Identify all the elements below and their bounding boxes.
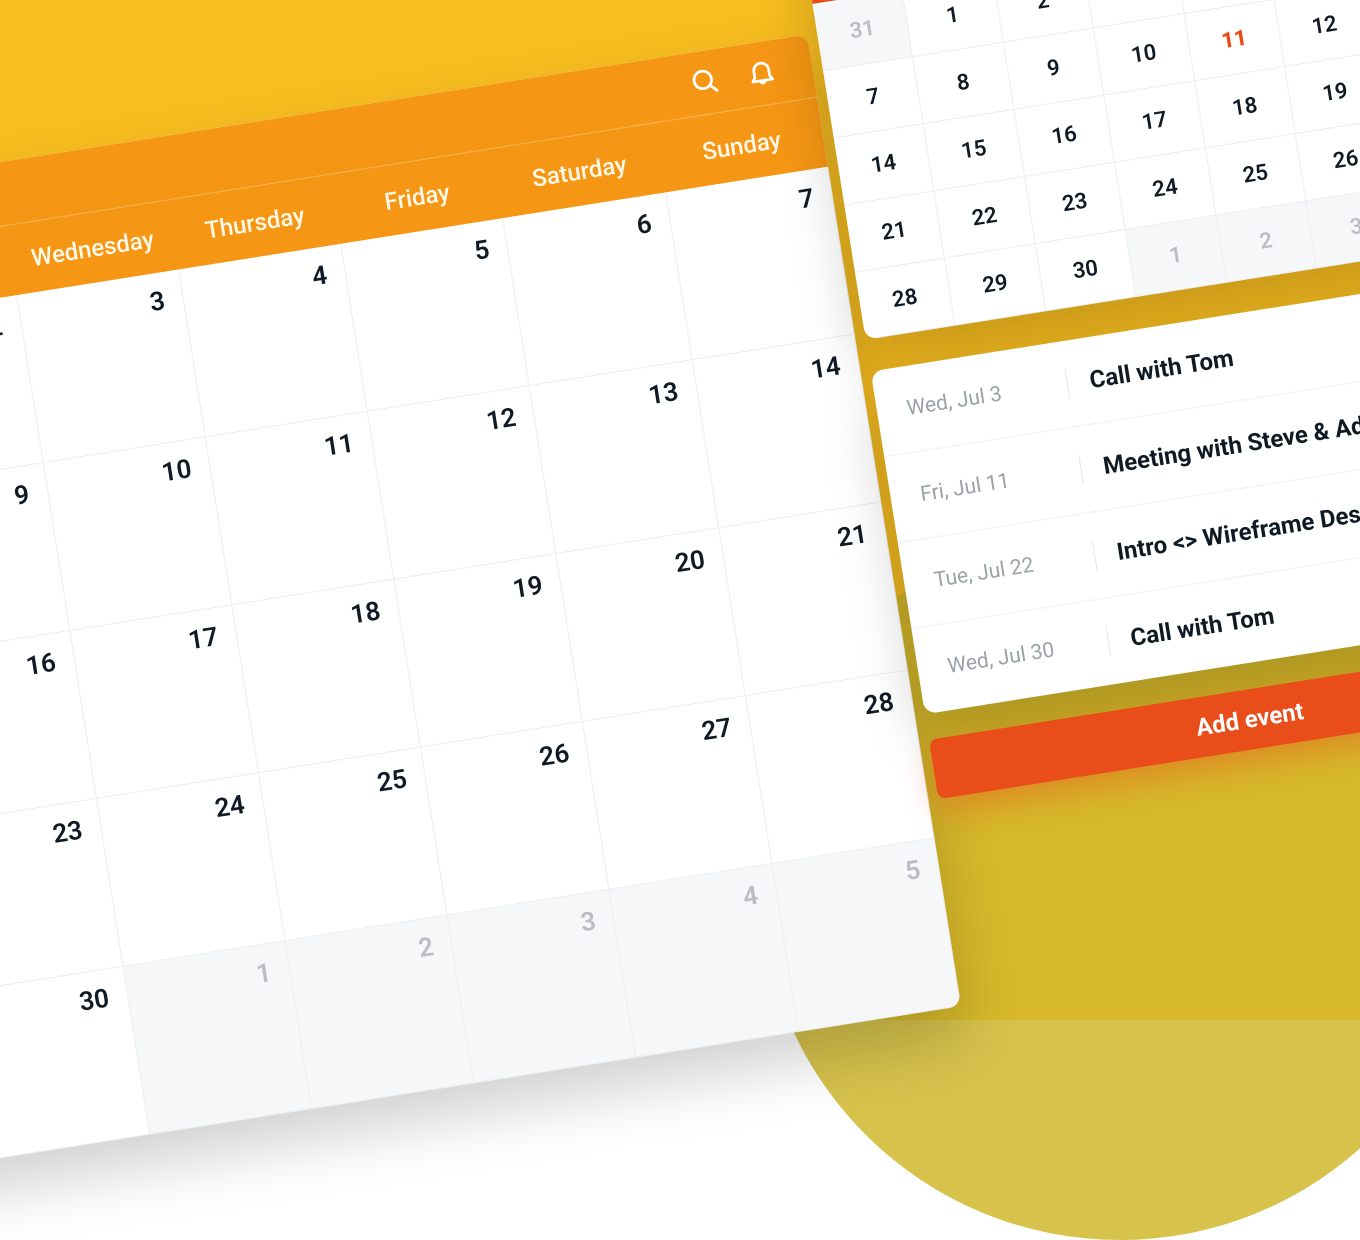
day-number: 9 (12, 480, 31, 512)
day-number: 30 (77, 984, 111, 1018)
calendar-cell[interactable]: 2 (285, 915, 474, 1109)
calendar-cell[interactable]: 18 (232, 580, 421, 774)
day-number: 26 (537, 739, 571, 773)
day-number: 12 (484, 403, 518, 437)
day-number: 6 (635, 209, 654, 241)
day-number: 19 (511, 571, 545, 605)
agenda-date: Fri, Jul 11 (919, 461, 1061, 507)
calendar-cell[interactable]: 4 (179, 244, 368, 438)
agenda-title: Call with Tom (1128, 602, 1276, 652)
calendar-cell[interactable]: 20 (557, 528, 746, 722)
day-number: 18 (349, 596, 383, 630)
mini-calendar: July 2021 MonTueWedThuFriSatSun 31123456… (795, 0, 1360, 340)
day-number: 27 (700, 713, 734, 747)
calendar-cell[interactable]: 28 (746, 670, 935, 864)
mini-calendar-cell[interactable]: 3 (1307, 187, 1360, 268)
calendar-cell[interactable]: 27 (583, 696, 772, 890)
mini-calendar-cell[interactable]: 26 (1296, 120, 1360, 201)
day-number: 21 (835, 519, 869, 553)
search-icon[interactable] (687, 63, 722, 101)
calendar-cell[interactable]: 7 (666, 167, 855, 361)
divider (1065, 369, 1071, 399)
day-number: 11 (322, 428, 356, 462)
mini-calendar-cell[interactable]: 28 (855, 258, 956, 339)
calendar-cell[interactable]: 5 (772, 838, 961, 1032)
calendar-cell[interactable]: 11 (206, 412, 395, 606)
day-number: 23 (51, 816, 85, 850)
large-calendar: MondayTuesdayWednesdayThursdayFridaySatu… (0, 34, 961, 1186)
day-number: 14 (809, 351, 843, 385)
calendar-cell[interactable]: 24 (97, 773, 286, 967)
agenda-date: Wed, Jul 30 (946, 633, 1088, 679)
agenda-list: Wed, Jul 3 Call with Tom Fri, Jul 11 Meetin… (871, 271, 1360, 714)
calendar-cell[interactable]: 19 (395, 554, 584, 748)
calendar-cell[interactable]: 17 (70, 605, 259, 799)
bell-icon[interactable] (744, 54, 779, 92)
calendar-cell[interactable]: 25 (259, 747, 448, 941)
calendar-cell[interactable]: 4 (610, 864, 799, 1058)
mini-calendar-cell[interactable]: 1 (1126, 215, 1227, 296)
day-number: 13 (646, 377, 680, 411)
day-number: 4 (310, 261, 329, 293)
day-number: 4 (741, 881, 760, 913)
day-number: 1 (254, 958, 273, 990)
day-number: 2 (416, 932, 435, 964)
day-number: 3 (148, 286, 167, 318)
day-number: 17 (186, 622, 220, 656)
day-number: 5 (472, 235, 491, 267)
calendar-cell[interactable]: 26 (421, 722, 610, 916)
mini-calendar-cell[interactable]: 19 (1285, 53, 1360, 134)
day-number: 24 (213, 790, 247, 824)
day-number: 3 (579, 906, 598, 938)
calendar-cell[interactable]: 14 (692, 335, 881, 529)
calendar-cell[interactable]: 3 (17, 269, 206, 463)
agenda-title: Call with Tom (1088, 344, 1236, 394)
day-number: 20 (673, 545, 707, 579)
divider (1092, 541, 1098, 571)
agenda-title: Intro <> Wireframe Design (1115, 495, 1360, 566)
agenda-title: Meeting with Steve & Adam (1101, 406, 1360, 480)
mini-calendar-cell[interactable]: 2 (1216, 201, 1317, 282)
day-number: 2 (0, 312, 5, 344)
calendar-cell[interactable]: 13 (530, 360, 719, 554)
agenda-date: Wed, Jul 3 (905, 375, 1047, 421)
day-number: 28 (862, 687, 896, 721)
mini-calendar-cell[interactable]: 30 (1036, 230, 1137, 311)
divider (1078, 455, 1084, 485)
day-number: 7 (797, 183, 816, 215)
calendar-cell[interactable]: 6 (504, 192, 693, 386)
day-number: 16 (24, 648, 58, 682)
mini-calendar-grid: 3112345678910111213141516171819202122232… (812, 0, 1360, 340)
agenda-date: Tue, Jul 22 (932, 547, 1074, 593)
day-number: 25 (375, 764, 409, 798)
calendar-cell[interactable]: 10 (43, 437, 232, 631)
calendar-cell[interactable]: 3 (448, 890, 637, 1084)
mini-calendar-cell[interactable]: 29 (945, 244, 1046, 325)
divider (1106, 627, 1112, 657)
calendar-cell[interactable]: 5 (341, 218, 530, 412)
day-number: 5 (903, 855, 922, 887)
calendar-cell[interactable]: 21 (719, 502, 908, 696)
calendar-cell[interactable]: 12 (368, 386, 557, 580)
day-number: 10 (160, 454, 194, 488)
calendar-cell[interactable]: 1 (123, 941, 312, 1135)
